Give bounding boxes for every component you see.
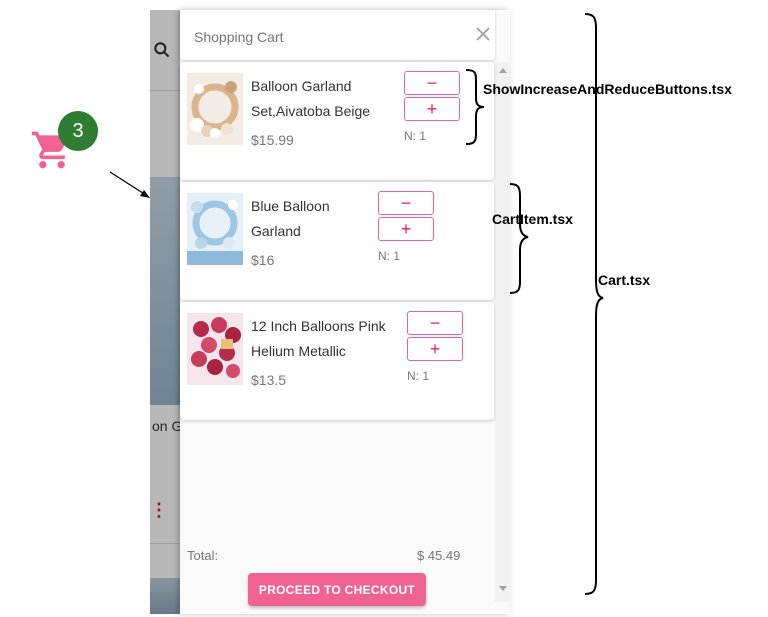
cart-item-brace bbox=[509, 183, 529, 294]
cart-item-annotation-label: CartItem.tsx bbox=[492, 211, 573, 227]
cart-brace bbox=[584, 13, 604, 595]
buttons-brace bbox=[465, 69, 485, 145]
buttons-annotation-label: ShowIncreaseAndReduceButtons.tsx bbox=[483, 81, 732, 97]
annotation-arrow bbox=[109, 171, 150, 198]
cart-annotation-label: Cart.tsx bbox=[598, 272, 651, 288]
